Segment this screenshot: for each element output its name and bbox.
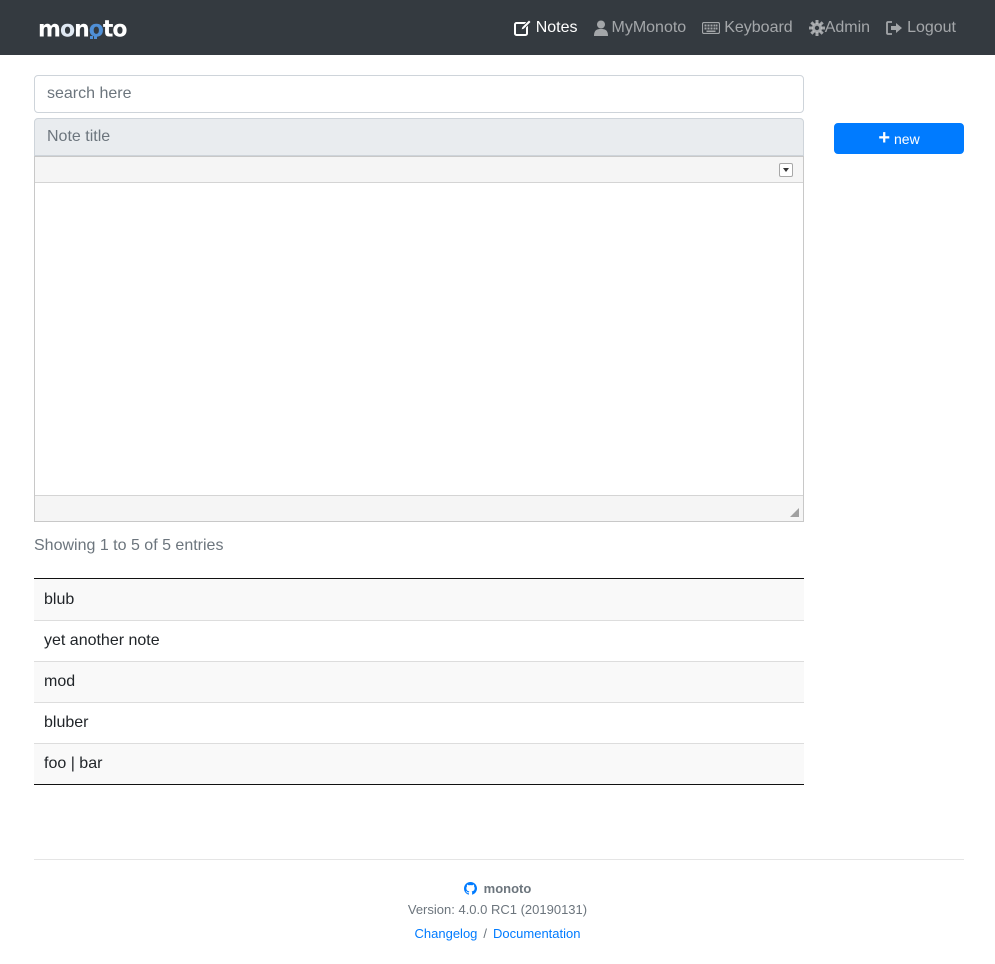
editor-content-area[interactable]: [35, 183, 803, 495]
user-icon: [593, 20, 608, 36]
footer-brand-label: monoto: [483, 880, 532, 896]
editor-status-bar: [35, 495, 803, 521]
keyboard-icon: [702, 21, 721, 34]
search-input[interactable]: [34, 75, 804, 113]
documentation-link[interactable]: Documentation: [493, 926, 580, 941]
resize-handle-icon[interactable]: [790, 508, 799, 517]
new-note-button-label: new: [894, 130, 920, 147]
nav-item-label: Admin: [824, 18, 871, 36]
footer-links: Changelog / Documentation: [0, 922, 995, 946]
table-row[interactable]: yet another note: [34, 620, 804, 661]
editor-toolbar: [35, 157, 803, 183]
brand-logo[interactable]: monoto: [38, 14, 128, 44]
nav-item-admin[interactable]: Admin: [808, 18, 871, 37]
footer: monoto Version: 4.0.0 RC1 (20190131) Cha…: [0, 878, 995, 946]
footer-divider: [34, 859, 964, 860]
note-title-input[interactable]: [34, 118, 804, 156]
table-row[interactable]: mod: [34, 661, 804, 702]
github-icon: [463, 881, 477, 895]
nav-item-label: Logout: [907, 18, 956, 36]
edit-icon: [513, 19, 532, 36]
plus-icon: +: [878, 126, 890, 149]
logout-icon: [886, 20, 903, 35]
nav-item-notes[interactable]: Notes: [513, 18, 578, 37]
table-row[interactable]: foo | bar: [34, 743, 804, 784]
toolbar-toggle-dropdown-icon[interactable]: [779, 163, 793, 177]
nav-item-mymonoto[interactable]: MyMonoto: [593, 18, 687, 37]
nav-item-label: Keyboard: [724, 18, 793, 36]
nav-item-label: MyMonoto: [611, 18, 687, 36]
main-nav: Notes MyMonoto Keyboard Admin Logout: [498, 0, 956, 55]
navbar: monoto Notes MyMonoto Keyboard Admin Log…: [0, 0, 995, 55]
table-row[interactable]: bluber: [34, 702, 804, 743]
gear-icon: [808, 19, 825, 36]
nav-item-keyboard[interactable]: Keyboard: [702, 19, 793, 37]
changelog-link[interactable]: Changelog: [415, 926, 478, 941]
new-note-button[interactable]: + new: [834, 123, 964, 154]
footer-link-separator: /: [483, 926, 488, 941]
brand-logo-dots: [90, 36, 99, 40]
table-row[interactable]: blub: [34, 579, 804, 620]
nav-item-logout[interactable]: Logout: [886, 19, 956, 37]
footer-version: Version: 4.0.0 RC1 (20190131): [407, 902, 588, 917]
table-info: Showing 1 to 5 of 5 entries: [34, 537, 224, 554]
notes-table: blub yet another note mod bluber foo | b…: [34, 578, 804, 785]
nav-item-label: Notes: [535, 18, 578, 36]
brand-logo-text: monoto: [38, 16, 128, 43]
note-editor: [34, 156, 804, 522]
footer-brand[interactable]: monoto: [0, 878, 995, 898]
